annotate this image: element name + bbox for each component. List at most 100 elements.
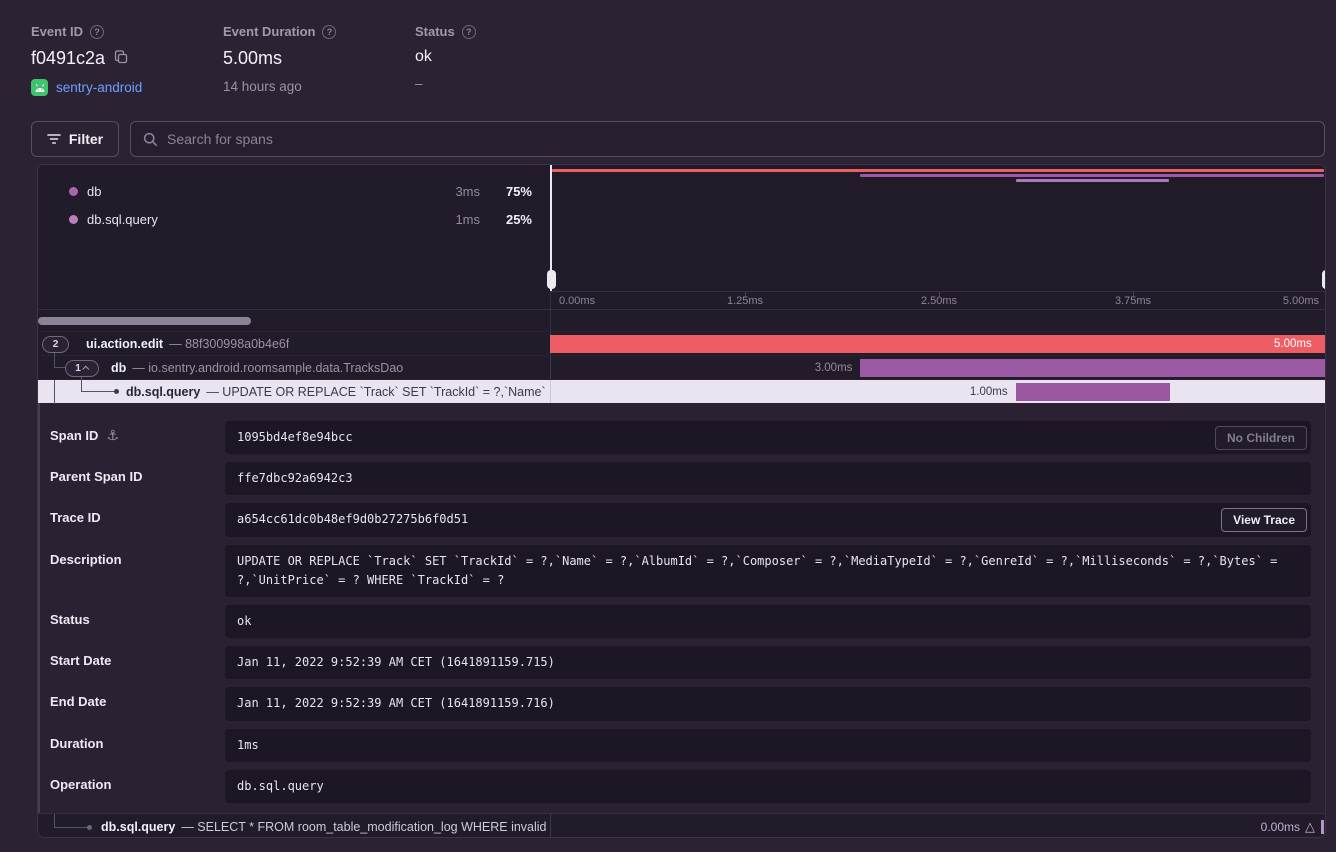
column-divider [550, 380, 551, 403]
project-link[interactable]: sentry-android [56, 80, 142, 95]
operation-value: db.sql.query [225, 770, 1311, 803]
tree-scrollbar-track[interactable] [38, 309, 1326, 331]
filter-button-label: Filter [69, 131, 103, 147]
detail-label: End Date [50, 694, 106, 709]
event-id-label-text: Event ID [31, 24, 83, 39]
op-name: db.sql.query [87, 212, 424, 227]
duration-value: 1ms [225, 729, 1311, 762]
column-divider [550, 332, 551, 355]
minimap-left-handle[interactable] [550, 165, 552, 291]
span-duration-bar[interactable] [1016, 383, 1170, 401]
column-divider [550, 814, 551, 838]
span-detail-panel: Span ID ⚓ 1095bd4ef8e94bcc No Children P… [38, 403, 1326, 813]
children-count: 1 [75, 362, 81, 374]
anchor-icon[interactable]: ⚓ [106, 428, 119, 443]
detail-row-description: Description UPDATE OR REPLACE `Track` SE… [48, 545, 1311, 597]
trace-id-value: a654cc61dc0b48ef9d0b27275b6f0d51 View Tr… [225, 503, 1311, 536]
trace-event-page: Event ID ? f0491c2a s [0, 0, 1336, 852]
span-duration-label: 1.00ms [970, 380, 1008, 404]
op-color-dot [69, 187, 78, 196]
event-age: 14 hours ago [223, 79, 302, 94]
no-children-button[interactable]: No Children [1215, 426, 1307, 450]
detail-label: Span ID [50, 428, 98, 443]
detail-label: Parent Span ID [50, 469, 142, 484]
span-duration-bar[interactable] [860, 359, 1325, 377]
op-color-dot [69, 215, 78, 224]
pane-divider [550, 309, 551, 331]
event-id-section: Event ID ? f0491c2a s [31, 24, 142, 96]
detail-row-status: Status ok [48, 605, 1311, 638]
span-row-db-sql-query-selected[interactable]: 1.00ms db.sql.query — UPDATE OR REPLACE … [38, 379, 1326, 403]
span-desc: — SELECT * FROM room_table_modification_… [181, 820, 547, 834]
span-id-value: 1095bd4ef8e94bcc No Children [225, 421, 1311, 454]
trace-panel: db 3ms 75% db.sql.query 1ms 25% [37, 164, 1326, 838]
detail-row-span-id: Span ID ⚓ 1095bd4ef8e94bcc No Children [48, 421, 1311, 454]
span-tree: 5.00ms 2 ui.action.edit — 88f300998a0b4e… [38, 331, 1326, 403]
span-op: ui.action.edit [86, 337, 163, 351]
span-row-db-sql-query-select[interactable]: db.sql.query — SELECT * FROM room_table_… [38, 813, 1326, 838]
axis-tick-mark [745, 292, 746, 296]
copy-icon[interactable] [114, 48, 128, 69]
span-duration-bar[interactable] [550, 335, 1325, 353]
tree-scrollbar-thumb[interactable] [38, 317, 251, 325]
status-value: ok [415, 48, 432, 66]
search-icon [143, 132, 158, 147]
children-count-badge[interactable]: 2 [42, 336, 69, 353]
axis-tick: 2.50ms [921, 295, 957, 307]
event-duration-section: Event Duration ? 5.00ms 14 hours ago [223, 24, 336, 94]
span-op: db.sql.query [126, 385, 200, 399]
minimap-left-grip[interactable] [547, 270, 556, 289]
detail-label: Status [50, 612, 90, 627]
span-duration-label: 3.00ms [815, 356, 853, 380]
axis-tick: 0.00ms [559, 295, 595, 307]
minimap-right-handle[interactable] [1325, 165, 1326, 291]
span-row-ui-action-edit[interactable]: 5.00ms 2 ui.action.edit — 88f300998a0b4e… [38, 331, 1326, 355]
span-row-db[interactable]: 3.00ms 1 db — io.sentry.android.roomsamp… [38, 355, 1326, 379]
axis-tick-mark [1133, 292, 1134, 296]
ops-breakdown: db 3ms 75% db.sql.query 1ms 25% [38, 165, 550, 309]
android-platform-icon [31, 79, 48, 96]
op-percentage: 75% [480, 184, 532, 199]
tree-leaf-dot [87, 825, 92, 830]
span-desc: — io.sentry.android.roomsample.data.Trac… [132, 361, 403, 375]
detail-label: Operation [50, 777, 111, 792]
span-duration-bar [1321, 820, 1324, 834]
axis-tick: 5.00ms [1283, 295, 1319, 307]
minimap-span-bar [1016, 179, 1169, 182]
help-icon[interactable]: ? [90, 25, 104, 39]
ops-breakdown-row-db: db 3ms 75% [38, 177, 550, 205]
event-duration-value: 5.00ms [223, 48, 282, 69]
minimap-right-grip[interactable] [1322, 270, 1327, 289]
description-value: UPDATE OR REPLACE `Track` SET `TrackId` … [225, 545, 1311, 597]
event-duration-label: Event Duration [223, 24, 315, 39]
op-name: db [87, 184, 424, 199]
warning-icon[interactable]: △︎ [1305, 819, 1315, 835]
help-icon[interactable]: ? [322, 25, 336, 39]
filter-button[interactable]: Filter [31, 121, 119, 157]
trace-minimap[interactable] [550, 165, 1326, 291]
minimap-span-bar [860, 174, 1324, 177]
start-date-value: Jan 11, 2022 9:52:39 AM CET (1641891159.… [225, 646, 1311, 679]
search-input[interactable] [167, 131, 1312, 147]
axis-tick: 3.75ms [1115, 295, 1151, 307]
column-divider [550, 356, 551, 379]
detail-row-parent-span-id: Parent Span ID ffe7dbc92a6942c3 [48, 462, 1311, 495]
detail-label: Start Date [50, 653, 111, 668]
minimap-span-bar [552, 169, 1324, 172]
status-detail-value: ok [225, 605, 1311, 638]
filter-icon [47, 133, 61, 145]
span-duration-label: 5.00ms [1274, 332, 1312, 356]
help-icon[interactable]: ? [462, 25, 476, 39]
span-op: db [111, 361, 126, 375]
tree-guide-line [54, 380, 55, 404]
detail-row-trace-id: Trace ID a654cc61dc0b48ef9d0b27275b6f0d5… [48, 503, 1311, 536]
tree-guide-line [54, 814, 55, 827]
detail-row-end-date: End Date Jan 11, 2022 9:52:39 AM CET (16… [48, 687, 1311, 720]
op-duration: 1ms [424, 212, 480, 227]
tree-guide-line [54, 352, 55, 368]
event-id-label: Event ID ? [31, 24, 142, 39]
children-count-badge-expanded[interactable]: 1 [65, 360, 99, 377]
end-date-value: Jan 11, 2022 9:52:39 AM CET (1641891159.… [225, 687, 1311, 720]
timeline-axis: 0.00ms 1.25ms 2.50ms 3.75ms 5.00ms [550, 291, 1326, 309]
view-trace-button[interactable]: View Trace [1221, 508, 1307, 532]
